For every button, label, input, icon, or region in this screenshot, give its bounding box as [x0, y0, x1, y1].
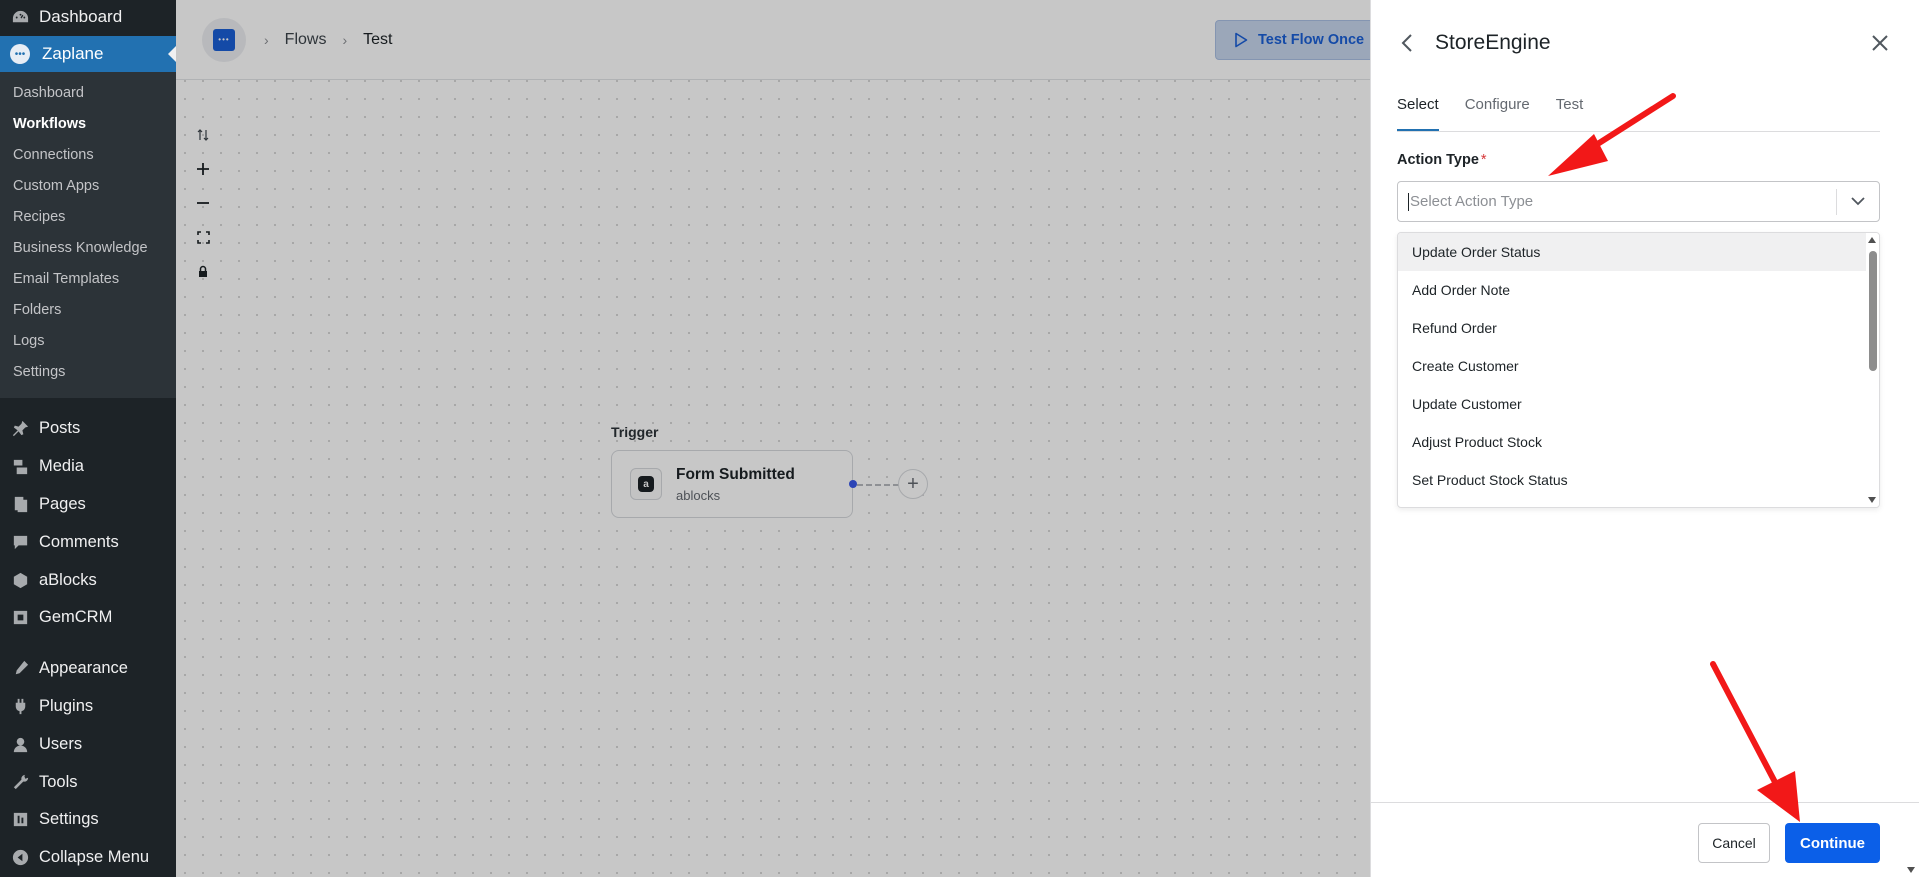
action-type-option[interactable]: Adjust Product Stock [1398, 423, 1879, 461]
tab-test[interactable]: Test [1556, 96, 1584, 131]
tab-select[interactable]: Select [1397, 96, 1439, 131]
zaplane-submenu: Dashboard Workflows Connections Custom Apps… [0, 72, 176, 398]
wp-menu-label: Collapse Menu [39, 848, 150, 867]
wp-admin-sidebar: Dashboard ••• Zaplane Dashboard Workflows… [0, 0, 176, 877]
panel-header: StoreEngine [1397, 28, 1893, 58]
wp-menu-label: Comments [39, 532, 119, 551]
wp-menu-ablocks[interactable]: aBlocks [0, 561, 176, 599]
submenu-item[interactable]: Recipes [0, 202, 176, 233]
submenu-item[interactable]: Logs [0, 326, 176, 357]
wp-menu-media[interactable]: Media [0, 448, 176, 486]
wp-menu-tools[interactable]: Tools [0, 763, 176, 801]
submenu-item[interactable]: Business Knowledge [0, 233, 176, 264]
action-type-placeholder[interactable]: Select Action Type [1408, 192, 1836, 211]
users-icon [10, 734, 30, 754]
action-type-dropdown: Update Order Status Add Order Note Refund … [1397, 232, 1880, 508]
action-type-select[interactable]: Select Action Type [1397, 181, 1880, 222]
submenu-item[interactable]: Folders [0, 295, 176, 326]
wp-menu-label: Settings [39, 810, 99, 829]
modal-overlay[interactable] [176, 0, 1370, 877]
wp-menu-collapse-menu[interactable]: Collapse Menu [0, 839, 176, 877]
submenu-item[interactable]: Custom Apps [0, 171, 176, 202]
required-marker: * [1480, 152, 1487, 168]
wp-menu-appearance[interactable]: Appearance [0, 650, 176, 688]
dropdown-scrollbar[interactable] [1866, 233, 1879, 507]
action-type-label-text: Action Type [1397, 152, 1479, 168]
collapse-icon [10, 848, 30, 868]
submenu-item[interactable]: Dashboard [0, 78, 176, 109]
action-type-option[interactable]: Add Order Note [1398, 271, 1879, 309]
dashboard-icon [10, 7, 30, 27]
cancel-button[interactable]: Cancel [1698, 823, 1770, 863]
wp-menu-label: Appearance [39, 659, 128, 678]
wp-menu-settings[interactable]: Settings [0, 801, 176, 839]
wp-menu-dashboard[interactable]: Dashboard [0, 0, 176, 34]
zaplane-icon: ••• [10, 44, 30, 64]
action-type-option[interactable]: Update Order Status [1398, 233, 1879, 271]
wp-menu-label: Pages [39, 494, 86, 513]
action-type-option[interactable]: Set Product Stock Status [1398, 461, 1879, 499]
wp-menu-label: Users [39, 734, 83, 753]
gemcrm-icon [10, 608, 30, 628]
chevron-down-icon[interactable] [1837, 197, 1879, 206]
panel-footer: Cancel Continue [1371, 802, 1919, 877]
wp-menu-gemcrm[interactable]: GemCRM [0, 599, 176, 637]
wp-menu-plugins[interactable]: Plugins [0, 688, 176, 726]
submenu-item[interactable]: Email Templates [0, 264, 176, 295]
tools-icon [10, 772, 30, 792]
scroll-down-icon[interactable] [1868, 497, 1876, 503]
panel-title: StoreEngine [1435, 31, 1551, 54]
action-type-option[interactable]: Update Customer [1398, 385, 1879, 423]
continue-button[interactable]: Continue [1785, 823, 1880, 863]
wp-menu-zaplane[interactable]: ••• Zaplane [0, 36, 176, 72]
wp-main-menu: Posts Media Pages Comments aBlocks GemCRM Appe… [0, 398, 176, 877]
action-type-label: Action Type * [1397, 152, 1487, 168]
action-type-option[interactable]: Create Customer [1398, 347, 1879, 385]
close-icon[interactable] [1867, 30, 1893, 56]
wp-menu-label: Plugins [39, 696, 94, 715]
back-icon[interactable] [1397, 33, 1417, 53]
wp-menu-posts[interactable]: Posts [0, 410, 176, 448]
scroll-up-icon[interactable] [1868, 237, 1876, 243]
action-type-option[interactable]: Refund Order [1398, 309, 1879, 347]
wp-menu-label: Dashboard [39, 7, 123, 26]
app-config-panel: StoreEngine Select Configure Test Action… [1370, 0, 1919, 877]
wp-menu-users[interactable]: Users [0, 725, 176, 763]
wp-menu-label: Posts [39, 419, 81, 438]
wp-menu-comments[interactable]: Comments [0, 523, 176, 561]
pages-icon [10, 494, 30, 514]
ablocks-icon [10, 570, 30, 590]
settings-icon [10, 810, 30, 830]
pin-icon [10, 419, 30, 439]
wp-menu-label: aBlocks [39, 570, 97, 589]
panel-scroll-down-icon[interactable] [1907, 867, 1915, 873]
appearance-icon [10, 659, 30, 679]
submenu-item[interactable]: Workflows [0, 109, 176, 140]
submenu-item[interactable]: Settings [0, 357, 176, 388]
submenu-item[interactable]: Connections [0, 140, 176, 171]
media-icon [10, 457, 30, 477]
wp-menu-label: Zaplane [42, 44, 104, 63]
plugins-icon [10, 696, 30, 716]
comments-icon [10, 532, 30, 552]
wp-menu-pages[interactable]: Pages [0, 486, 176, 524]
tab-configure[interactable]: Configure [1465, 96, 1530, 131]
panel-tabs: Select Configure Test [1397, 96, 1880, 132]
scroll-thumb[interactable] [1869, 251, 1877, 371]
wp-menu-label: Media [39, 457, 84, 476]
wp-menu-label: GemCRM [39, 608, 113, 627]
wp-menu-label: Tools [39, 772, 78, 791]
